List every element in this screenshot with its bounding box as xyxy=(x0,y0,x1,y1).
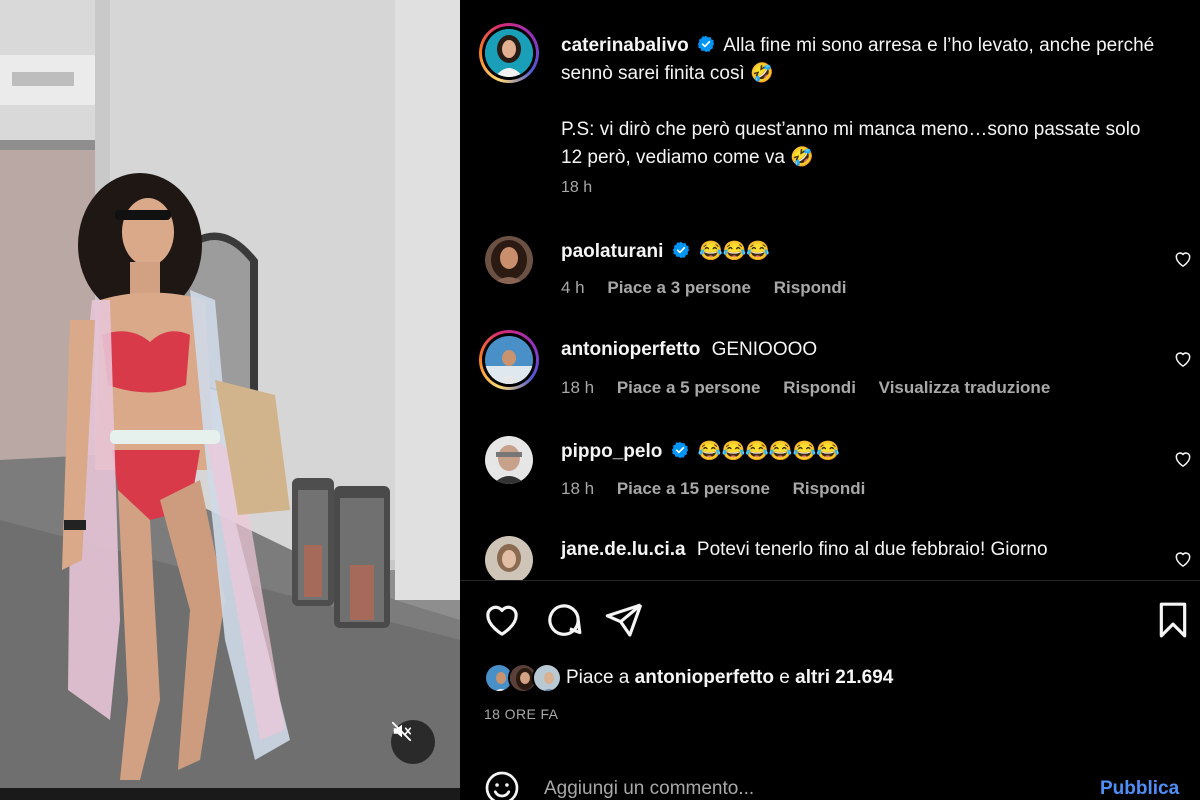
bookmark-icon[interactable] xyxy=(1153,600,1193,640)
comments-section[interactable]: caterinabalivo Alla fine mi sono arresa … xyxy=(460,0,1200,580)
comment-text: 😂😂😂 xyxy=(698,241,770,262)
commenter-avatar[interactable] xyxy=(485,536,533,580)
comment-meta: 18 h Piace a 15 persone Rispondi xyxy=(561,479,883,499)
comment-username[interactable]: pippo_pelo xyxy=(561,441,662,462)
comment-item: paolaturani 😂😂😂 xyxy=(561,239,770,263)
comment-text: Potevi tenerlo fino al due febbraio! Gio… xyxy=(696,539,1048,560)
comment-item: antonioperfetto GENIOOOO xyxy=(561,339,817,361)
comment-input[interactable] xyxy=(544,774,1064,800)
comment-text: GENIOOOO xyxy=(711,339,818,360)
author-username[interactable]: caterinabalivo xyxy=(561,35,689,56)
comment-like-heart-icon[interactable] xyxy=(1173,449,1193,469)
comment-time: 4 h xyxy=(561,278,585,297)
likes-others-link[interactable]: altri 21.694 xyxy=(795,667,893,688)
comment-icon[interactable] xyxy=(544,600,584,640)
comment-item: pippo_pelo 😂😂😂😂😂😂 xyxy=(561,439,840,463)
story-ring[interactable] xyxy=(479,23,539,83)
verified-badge-icon xyxy=(671,441,688,459)
comment-text: 😂😂😂😂😂😂 xyxy=(697,441,840,462)
story-ring[interactable] xyxy=(479,330,539,390)
commenter-avatar[interactable] xyxy=(485,436,533,484)
post-time: 18 h xyxy=(561,179,593,196)
post-video[interactable] xyxy=(0,0,460,800)
video-frame-illustration xyxy=(0,0,460,800)
share-icon[interactable] xyxy=(604,600,644,640)
comment-time: 18 h xyxy=(561,378,595,397)
likes-connector: e xyxy=(779,667,790,688)
avatar-image xyxy=(485,236,533,284)
avatar-image xyxy=(485,29,533,77)
comment-username[interactable]: antonioperfetto xyxy=(561,339,700,360)
liker-avatars[interactable] xyxy=(484,661,564,695)
likes-user-link[interactable]: antonioperfetto xyxy=(635,667,774,688)
likes-prefix: Piace a xyxy=(566,667,630,688)
likes-text: Piace a antonioperfetto e altri 21.694 xyxy=(566,667,893,689)
reply-button[interactable]: Rispondi xyxy=(774,278,847,297)
comment-likes-link[interactable]: Piace a 5 persone xyxy=(617,378,761,397)
see-translation-button[interactable]: Visualizza traduzione xyxy=(879,378,1051,397)
comment-likes-link[interactable]: Piace a 15 persone xyxy=(617,479,770,498)
commenter-avatar[interactable] xyxy=(485,236,533,284)
heart-icon[interactable] xyxy=(482,600,522,640)
comment-item: jane.de.lu.ci.a Potevi tenerlo fino al d… xyxy=(561,539,1048,561)
likes-summary: Piace a antonioperfetto e altri 21.694 xyxy=(484,660,893,696)
reply-button[interactable]: Rispondi xyxy=(783,378,856,397)
avatar-image xyxy=(485,536,533,580)
comment-likes-link[interactable]: Piace a 3 persone xyxy=(607,278,751,297)
post-action-bar xyxy=(460,600,1200,640)
post-caption: caterinabalivo Alla fine mi sono arresa … xyxy=(561,32,1161,172)
verified-badge-icon xyxy=(672,241,689,259)
comment-composer: Pubblica xyxy=(460,760,1200,800)
comment-like-heart-icon[interactable] xyxy=(1173,349,1193,369)
post-date: 18 ORE FA xyxy=(484,706,559,722)
comment-meta: 4 h Piace a 3 persone Rispondi xyxy=(561,278,864,298)
comment-username[interactable]: jane.de.lu.ci.a xyxy=(561,539,686,560)
publish-button[interactable]: Pubblica xyxy=(1100,778,1179,800)
comment-meta: 18 h Piace a 5 persone Rispondi Visualiz… xyxy=(561,378,1068,398)
caption-postscript: P.S: vi dirò che però quest’anno mi manc… xyxy=(561,119,1141,168)
speaker-muted-icon xyxy=(391,721,412,742)
comment-like-heart-icon[interactable] xyxy=(1173,249,1193,269)
liker-avatar xyxy=(532,663,562,693)
author-avatar[interactable] xyxy=(485,29,533,77)
comment-username[interactable]: paolaturani xyxy=(561,241,663,262)
comment-like-heart-icon[interactable] xyxy=(1173,549,1193,569)
reply-button[interactable]: Rispondi xyxy=(793,479,866,498)
section-divider xyxy=(460,580,1200,581)
commenter-avatar[interactable] xyxy=(485,336,533,384)
avatar-image xyxy=(485,336,533,384)
mute-toggle-button[interactable] xyxy=(391,720,435,764)
verified-badge-icon xyxy=(697,35,715,53)
avatar-image xyxy=(485,436,533,484)
emoji-icon[interactable] xyxy=(484,770,520,800)
post-details-panel: caterinabalivo Alla fine mi sono arresa … xyxy=(460,0,1200,800)
comment-time: 18 h xyxy=(561,479,595,498)
